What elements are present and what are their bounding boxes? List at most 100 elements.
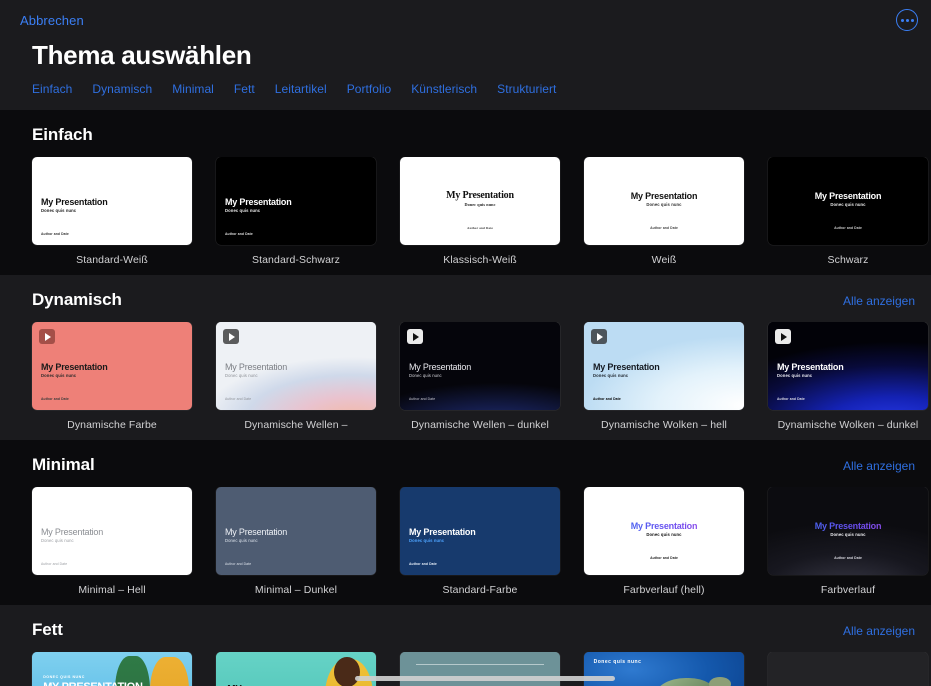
slide-text-layer: My PresentationDonec quis nuncAuthor and… [768,487,928,575]
theme-card[interactable]: My PresentationDonec quis nuncAuthor and… [584,322,744,432]
slide-preview: My PresentationDonec quis nunc Author and… [584,487,744,575]
theme-card[interactable]: My PresentationDonec quis nuncAuthor and… [768,157,928,267]
slide-author: Author and Date [41,232,69,236]
theme-card[interactable]: My PresentationDonec quis nuncAuthor and… [400,157,560,267]
theme-thumbnail[interactable]: My PresentationDonec quis nuncAuthor and… [768,322,928,410]
slide-text-layer: My PresentationDonec quis nuncAuthor and… [768,157,928,245]
category-tab-einfach[interactable]: Einfach [32,82,72,96]
cancel-button[interactable]: Abbrechen [20,13,84,28]
slide-title: My Presentation [584,521,744,531]
slide-preview: My PresentationDonec quis nuncAuthor and… [32,157,192,245]
slide-title: My Presentation [225,197,292,207]
slide-title: MY PRESENTATION [43,682,142,686]
theme-thumbnail[interactable]: My PresentationDonec quis nuncAuthor and… [32,322,192,410]
see-all-link[interactable]: Alle anzeigen [843,294,915,308]
theme-thumbnail[interactable]: My PresentationDonec quis nuncAuthor and… [400,322,560,410]
section-header: MinimalAlle anzeigen [0,440,931,487]
theme-thumbnail[interactable]: Donec quis nuncDONEC QUIS NUNCMY PRESENT… [32,652,192,686]
theme-label: Farbverlauf (hell) [584,584,744,597]
slide-preview: DONEC QUIS NUNCMY PRESENTATION [768,652,928,686]
theme-sections: EinfachMy PresentationDonec quis nuncAut… [0,110,931,686]
theme-row[interactable]: My PresentationDonec quis nuncAuthor and… [0,157,931,275]
section-header: FettAlle anzeigen [0,605,931,652]
theme-thumbnail[interactable]: My PresentationDonec quis nuncAuthor and… [32,157,192,245]
theme-card[interactable]: My PresentationDonec quis nuncAuthor and… [32,157,192,267]
see-all-link[interactable]: Alle anzeigen [843,624,915,638]
category-tab-künstlerisch[interactable]: Künstlerisch [411,82,477,96]
theme-card[interactable]: Donec quis nuncMY PRESENTATION [216,652,376,686]
slide-author: Author and Date [409,397,435,401]
top-toolbar: Abbrechen [0,0,931,40]
slide-text-layer: Donec quis nuncDONEC QUIS NUNCMY PRESENT… [32,652,192,686]
theme-thumbnail[interactable]: Donec quis nuncMY PRESENTATION [216,652,376,686]
theme-label: Dynamische Wellen – [216,419,376,432]
theme-card[interactable]: My PresentationDonec quis nuncAuthor and… [768,322,928,432]
theme-thumbnail[interactable]: My PresentationDonec quis nuncAuthor and… [584,157,744,245]
theme-thumbnail[interactable]: My PresentationDonec quis nuncAuthor and… [768,157,928,245]
slide-text-layer: My PresentationDonec quis nuncAuthor and… [584,322,744,410]
theme-thumbnail[interactable]: My PresentationDonec quis nuncAuthor and… [584,322,744,410]
slide-text-layer: My PresentationDonec quis nuncAuthor and… [400,322,560,410]
theme-card[interactable]: My PresentationDonec quis nuncAuthor and… [216,487,376,597]
theme-label: Klassisch-Weiß [400,254,560,267]
slide-author: Author and Date [584,226,744,230]
slide-preview: Donec quis nuncDONEC QUIS NUNCMY PRESENT… [32,652,192,686]
theme-thumbnail[interactable]: My PresentationDonec quis nuncAuthor and… [216,487,376,575]
section-einfach: EinfachMy PresentationDonec quis nuncAut… [0,110,931,275]
theme-card[interactable]: My PresentationDonec quis nuncAuthor and… [32,487,192,597]
theme-card[interactable]: My PresentationDonec quis nunc Author and… [584,487,744,597]
theme-card[interactable]: My PresentationDonec quis nuncAuthor and… [216,322,376,432]
slide-preview: My PresentationDonec quis nuncAuthor and… [216,322,376,410]
ellipsis-dots [901,19,914,22]
theme-thumbnail[interactable]: My PresentationDonec quis nuncAuthor and… [400,487,560,575]
theme-thumbnail[interactable]: My PresentationDonec quis nuncAuthor and… [216,322,376,410]
slide-subtitle: Donec quis nunc [225,208,260,214]
slide-subtitle: Donec quis nunc [584,532,744,538]
theme-card[interactable]: My PresentationDonec quis nuncAuthor and… [768,487,928,597]
section-title: Dynamisch [32,290,122,310]
theme-chooser-window: Abbrechen Thema auswählen EinfachDynamis… [0,0,931,686]
theme-row[interactable]: My PresentationDonec quis nuncAuthor and… [0,487,931,605]
theme-thumbnail[interactable]: My PresentationDonec quis nuncAuthor and… [768,487,928,575]
slide-title: My Presentation [593,362,660,372]
page-header: Thema auswählen EinfachDynamischMinimalF… [0,40,931,110]
slide-author: Author and Date [400,226,560,230]
theme-thumbnail[interactable]: My PresentationDonec quis nunc Author and… [584,487,744,575]
slide-title: My Presentation [400,191,560,201]
theme-thumbnail[interactable]: My PresentationDonec quis nuncAuthor and… [216,157,376,245]
slide-subtitle: Donec quis nunc [41,373,76,379]
theme-card[interactable]: My PresentationDonec quis nuncAuthor and… [216,157,376,267]
slide-title: My Presentation [225,527,287,537]
ellipsis-circle-icon[interactable] [896,9,918,31]
category-tab-fett[interactable]: Fett [234,82,255,96]
horizontal-scrollbar[interactable] [355,676,615,681]
theme-card[interactable]: My PresentationDonec quis nuncAuthor and… [400,487,560,597]
theme-row[interactable]: My Presentation Donec quis nunc Author and… [0,322,931,440]
theme-card[interactable]: My PresentationDonec quis nuncAuthor and… [584,157,744,267]
category-tab-portfolio[interactable]: Portfolio [347,82,391,96]
slide-author: Author and Date [409,562,437,566]
slide-subtitle: Donec quis nunc [768,202,928,208]
category-tab-leitartikel[interactable]: Leitartikel [275,82,327,96]
theme-thumbnail[interactable]: My PresentationDonec quis nuncAuthor and… [32,487,192,575]
theme-card[interactable]: Donec quis nuncDONEC QUIS NUNCMY PRESENT… [32,652,192,686]
slide-title: My Presentation [768,191,928,201]
slide-text-layer: My PresentationDonec quis nuncAuthor and… [216,322,376,410]
theme-card[interactable]: My PresentationDonec quis nuncAuthor and… [32,322,192,432]
slide-subtitle: DONEC QUIS NUNC [43,675,85,679]
see-all-link[interactable]: Alle anzeigen [843,459,915,473]
slide-author: Author and Date [584,556,744,560]
category-tab-minimal[interactable]: Minimal [172,82,214,96]
slide-title: My Presentation [225,362,287,372]
slide-author: Author and Date [593,397,621,401]
category-tab-strukturiert[interactable]: Strukturiert [497,82,556,96]
theme-card[interactable]: My PresentationDonec quis nuncAuthor and… [400,322,560,432]
theme-thumbnail[interactable]: My PresentationDonec quis nuncAuthor and… [400,157,560,245]
theme-card[interactable]: DONEC QUIS NUNCMY PRESENTATION [768,652,928,686]
slide-subtitle: Donec quis nunc [41,208,76,214]
theme-thumbnail[interactable]: DONEC QUIS NUNCMY PRESENTATION [768,652,928,686]
slide-preview: My PresentationDonec quis nuncAuthor and… [768,487,928,575]
slide-text-layer: My PresentationDonec quis nuncAuthor and… [400,487,560,575]
section-dynamisch: Dynamisch Alle anzeigen My Presentation Don… [0,275,931,440]
category-tab-dynamisch[interactable]: Dynamisch [92,82,152,96]
